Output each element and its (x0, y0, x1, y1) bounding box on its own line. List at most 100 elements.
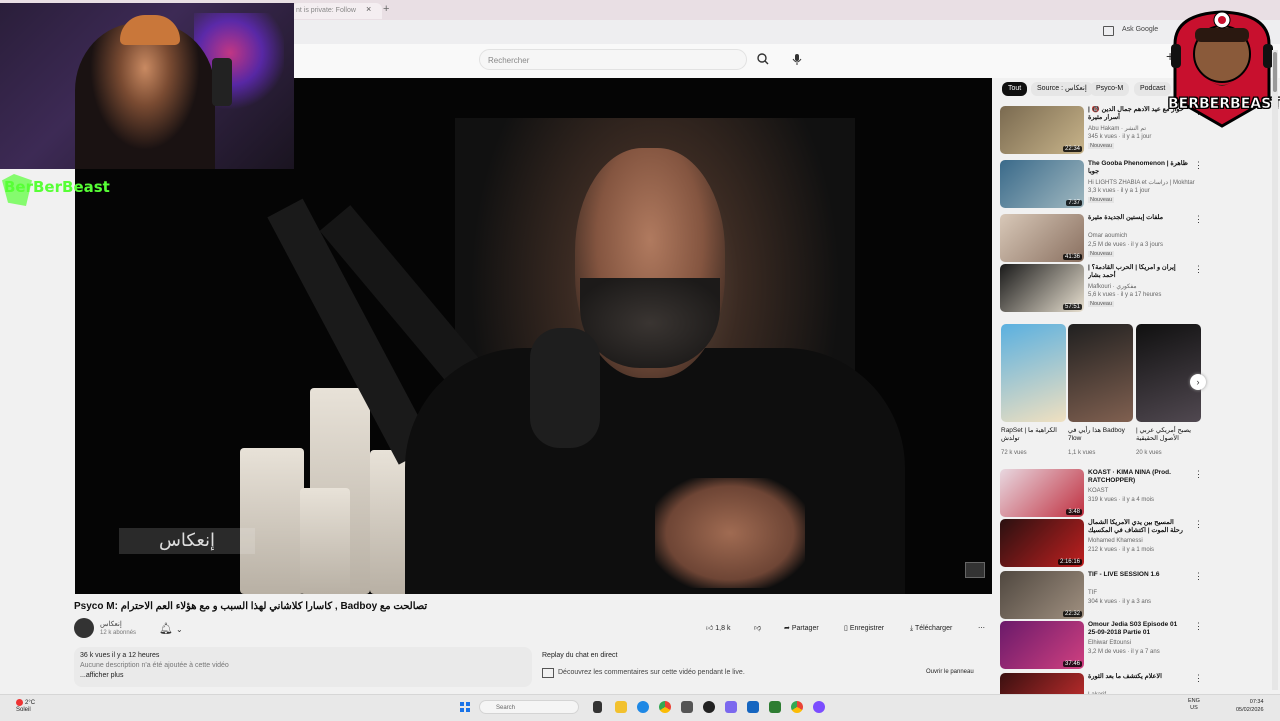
task-view-icon[interactable] (593, 701, 602, 713)
description-box[interactable]: 36 k vues il y a 12 heures Aucune descri… (74, 647, 532, 687)
fullscreen-icon[interactable] (965, 562, 985, 578)
duration-badge: 3:48 (1066, 509, 1082, 515)
search-input[interactable]: Rechercher (479, 49, 747, 70)
short-title[interactable]: يصبح أمريكي عربي | الأصول الحقيقية (1136, 427, 1200, 443)
video-meta: 212 k vues · il y a 1 mois (1088, 547, 1155, 553)
page-scrollbar[interactable] (1272, 50, 1278, 690)
recommended-video[interactable]: 57:51 إيران و أمريكا | الحرب القادمة؟ | أ… (1000, 264, 1203, 312)
edge-icon[interactable] (637, 701, 649, 713)
duration-badge: 57:51 (1062, 304, 1082, 310)
show-more-link[interactable]: ...afficher plus (80, 672, 123, 679)
recommended-video[interactable]: 22:32 TIF - LIVE SESSION 1.6 TIF 304 k vues… (1000, 571, 1203, 619)
more-options-icon[interactable]: ⋮ (1194, 469, 1203, 480)
recommended-video[interactable]: 2:16:16 المسيح بين يدي الأمريكا الشمال رح… (1000, 519, 1203, 567)
chip-all[interactable]: Tout (1002, 82, 1028, 96)
system-clock[interactable]: 07:34 05/02/2026 (1236, 698, 1264, 714)
video-meta: 3,2 M de vues · il y a 7 ans (1088, 649, 1160, 655)
app-icon[interactable] (813, 701, 825, 713)
chip-source[interactable]: Source : إنعكاس (1031, 82, 1093, 96)
short-thumbnail[interactable] (1136, 324, 1201, 422)
thumbs-up-icon: 👍︎ (706, 625, 714, 632)
dislike-button[interactable]: 👎︎ (754, 619, 770, 638)
weather-widget[interactable]: 2°C Soleil (16, 699, 35, 714)
chrome-icon[interactable] (791, 701, 803, 713)
like-button[interactable]: 👍︎ 1,8 k (706, 619, 746, 638)
video-thumbnail[interactable]: 57:51 (1000, 264, 1084, 312)
cast-icon[interactable] (1103, 26, 1114, 36)
share-button[interactable]: ➦ Partager (784, 619, 834, 638)
video-title-link[interactable]: ملفات إبستين الجديدة مثيرة (1088, 214, 1188, 230)
video-watermark: إنعكاس (119, 528, 255, 554)
save-button[interactable]: ▯ Enregistrer (844, 619, 900, 638)
new-badge: Nouveau (1088, 301, 1115, 307)
video-title-link[interactable]: Omour Jedia S03 Episode 01 25-09-2018 Pa… (1088, 621, 1188, 637)
recommended-video[interactable]: 7:37 The Gooba Phenomenon | ظاهرة جوبا Hi … (1000, 160, 1203, 208)
short-title[interactable]: RapSet | الكراهية ما تولدش (1001, 427, 1065, 443)
video-thumbnail[interactable]: 22:34 (1000, 106, 1084, 154)
video-title-link[interactable]: المسيح بين يدي الأمريكا الشمال رحلة المو… (1088, 519, 1188, 535)
more-options-icon[interactable]: ⋮ (1194, 571, 1203, 582)
start-menu-icon[interactable] (460, 702, 470, 712)
video-title-link[interactable]: الاعلام يكتشف ما بعد الثورة (1088, 673, 1188, 689)
chat-icon (542, 668, 554, 678)
notification-bell-button[interactable]: 🔔︎ ⌄ (159, 622, 183, 635)
channel-name: KOAST (1088, 488, 1109, 494)
file-explorer-icon[interactable] (615, 701, 627, 713)
app-icon[interactable] (769, 701, 781, 713)
voice-search-button[interactable] (788, 49, 806, 70)
download-button[interactable]: ⤓ Télécharger (910, 619, 966, 638)
tab-close-icon[interactable]: × (366, 4, 371, 14)
short-thumbnail[interactable] (1001, 324, 1066, 422)
recommended-video[interactable]: 3:48 KOAST · KIMA NINA (Prod. RATCHOPPER)… (1000, 469, 1203, 517)
more-options-icon[interactable]: ⋮ (1194, 214, 1203, 225)
lang-code: ENG (1188, 698, 1200, 704)
open-panel-button[interactable]: Ouvrir le panneau (926, 669, 974, 675)
save-label: Enregistrer (849, 625, 885, 632)
video-thumbnail[interactable]: 3:48 (1000, 469, 1084, 517)
scrollbar-thumb[interactable] (1273, 52, 1277, 92)
video-title-link[interactable]: إيران و أمريكا | الحرب القادمة؟ | أحمد ب… (1088, 264, 1188, 280)
app-m-icon[interactable] (725, 701, 737, 713)
chrome-icon[interactable] (659, 701, 671, 713)
channel-name[interactable]: إنعكاس (100, 620, 122, 628)
more-options-icon[interactable]: ⋮ (1194, 160, 1203, 171)
podcast-microphone (530, 328, 600, 448)
new-badge: Nouveau (1088, 197, 1115, 203)
chevron-right-icon[interactable]: › (1190, 374, 1206, 390)
channel-avatar[interactable] (74, 618, 94, 638)
video-thumbnail[interactable]: 41:36 (1000, 214, 1084, 262)
obs-icon[interactable] (703, 701, 715, 713)
clock-time: 07:34 (1249, 699, 1264, 705)
candle (300, 488, 350, 594)
recommended-video[interactable]: 37:46 Omour Jedia S03 Episode 01 25-09-20… (1000, 621, 1203, 669)
video-title: Psyco M: كاسارا كلاشاني لهذا السبب و مع … (74, 601, 428, 612)
ask-google-button[interactable]: Ask Google (1122, 26, 1158, 33)
more-options-icon[interactable]: ⋮ (1194, 621, 1203, 632)
duration-badge: 22:34 (1062, 146, 1082, 152)
video-title-link[interactable]: The Gooba Phenomenon | ظاهرة جوبا (1088, 160, 1188, 176)
video-thumbnail[interactable]: 22:32 (1000, 571, 1084, 619)
video-thumbnail[interactable]: 7:37 (1000, 160, 1084, 208)
short-title[interactable]: هذا رأيي في Badboy 7low (1068, 427, 1132, 443)
search-button[interactable] (750, 49, 776, 70)
video-thumbnail[interactable]: 37:46 (1000, 621, 1084, 669)
chip-psyco-m[interactable]: Psyco-M (1090, 82, 1130, 96)
video-thumbnail[interactable]: 2:16:16 (1000, 519, 1084, 567)
short-thumbnail[interactable] (1068, 324, 1133, 422)
view-count: 36 k vues il y a 12 heures (80, 652, 160, 659)
channel-name: Elhiwar Ettounsi (1088, 640, 1132, 646)
app-icon[interactable] (747, 701, 759, 713)
taskbar-search-input[interactable]: Search (479, 700, 579, 714)
video-title-link[interactable]: KOAST · KIMA NINA (Prod. RATCHOPPER) (1088, 469, 1188, 485)
more-options-icon[interactable]: ⋮ (1194, 264, 1203, 275)
more-options-icon[interactable]: ⋮ (1194, 519, 1203, 530)
app-icon[interactable] (681, 701, 693, 713)
recommended-video[interactable]: 41:36 ملفات إبستين الجديدة مثيرة Omar aoum… (1000, 214, 1203, 262)
video-title-link[interactable]: TIF - LIVE SESSION 1.6 (1088, 571, 1188, 587)
clock-date: 05/02/2026 (1236, 707, 1264, 713)
more-actions-button[interactable]: ⋯ (978, 619, 988, 638)
more-options-icon[interactable]: ⋮ (1194, 673, 1203, 684)
new-tab-button[interactable]: + (383, 3, 389, 15)
language-indicator[interactable]: ENG US (1188, 698, 1200, 712)
weather-icon (16, 699, 23, 706)
